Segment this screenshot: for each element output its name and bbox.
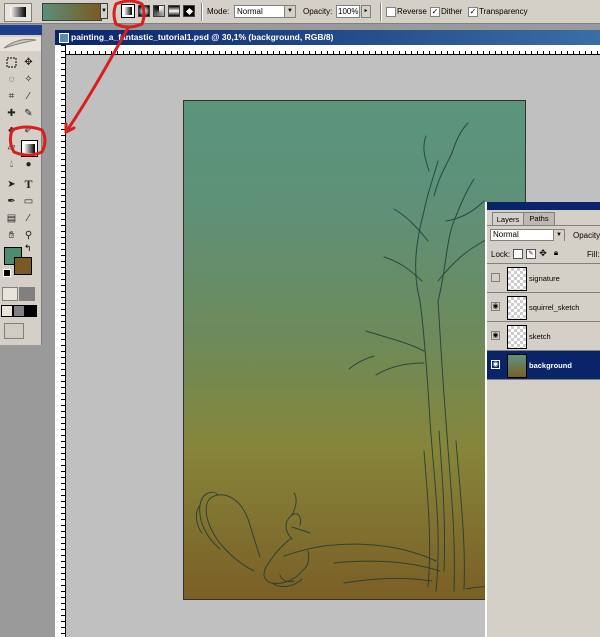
feather-logo: [0, 37, 41, 51]
gradient-preset-swatch[interactable]: [42, 3, 102, 21]
eye-icon[interactable]: ◉: [491, 302, 500, 311]
lock-label: Lock:: [491, 250, 511, 259]
healing-brush-tool-icon[interactable]: ✚: [4, 106, 19, 121]
layer-row-sketch[interactable]: ◉ sketch: [487, 321, 600, 350]
magic-wand-tool-icon[interactable]: ✧: [21, 72, 36, 87]
reverse-label: Reverse: [397, 7, 427, 16]
lock-transparency-icon[interactable]: [513, 249, 523, 259]
background-color-swatch[interactable]: [14, 257, 32, 275]
eye-icon[interactable]: ◉: [491, 360, 500, 369]
layer-thumbnail: [507, 267, 527, 291]
layer-name: sketch: [529, 332, 551, 341]
divider: [201, 3, 203, 21]
history-brush-tool-icon[interactable]: ✐: [21, 123, 36, 138]
reflected-gradient-button[interactable]: [168, 5, 180, 17]
horizontal-ruler[interactable]: [63, 45, 600, 55]
path-selection-tool-icon[interactable]: ➤: [4, 177, 19, 192]
clone-stamp-tool-icon[interactable]: ♣: [4, 123, 19, 138]
mode-select[interactable]: Normal ▼: [234, 5, 296, 18]
transparency-checkbox[interactable]: ✓: [468, 7, 478, 17]
layer-opacity-label: Opacity:: [573, 231, 600, 240]
fill-label: Fill:: [587, 250, 600, 259]
lock-image-icon[interactable]: ✎: [526, 249, 536, 259]
layer-name: squirrel_sketch: [529, 303, 580, 312]
tab-layers[interactable]: Layers: [492, 212, 524, 226]
blend-mode-value: Normal: [493, 230, 519, 239]
linear-gradient-button[interactable]: [121, 4, 135, 18]
divider: [380, 3, 382, 21]
layer-thumbnail: [507, 354, 527, 378]
toolbox: ✥ ◌ ✧ ⌗ ∕ ✚ ✎ ♣ ✐ ▱ 💧︎ ● ➤ T ✒ ▭ ▤ ⁄ ✋︎ …: [0, 25, 42, 345]
gradient-tool-icon[interactable]: [21, 140, 38, 157]
layer-row-background[interactable]: ◉ background: [487, 350, 600, 379]
diamond-gradient-button[interactable]: [183, 5, 195, 17]
slice-tool-icon[interactable]: ∕: [21, 89, 36, 104]
shape-tool-icon[interactable]: ▭: [21, 194, 36, 209]
dither-label: Dither: [441, 7, 463, 16]
pen-tool-icon[interactable]: ✒: [4, 194, 19, 209]
blur-tool-icon[interactable]: 💧︎: [4, 157, 19, 172]
screen-mode-full-icon[interactable]: [25, 305, 37, 317]
document-titlebar[interactable]: painting_a_fantastic_tutorial1.psd @ 30,…: [55, 30, 600, 45]
eye-icon[interactable]: ◉: [491, 331, 500, 340]
tree-squirrel-sketch: [195, 122, 515, 592]
standard-mode-icon[interactable]: [2, 287, 18, 301]
eyedropper-tool-icon[interactable]: ⁄: [21, 211, 36, 226]
dodge-tool-icon[interactable]: ●: [21, 157, 36, 172]
crop-tool-icon[interactable]: ⌗: [4, 89, 19, 104]
type-tool-icon[interactable]: T: [21, 177, 36, 192]
reverse-checkbox[interactable]: [386, 7, 396, 17]
tab-paths[interactable]: Paths: [523, 212, 555, 225]
swap-colors-icon[interactable]: ↰: [24, 243, 32, 254]
lock-position-icon[interactable]: ✥: [539, 249, 547, 258]
lasso-tool-icon[interactable]: ◌: [4, 72, 19, 87]
brush-tool-icon[interactable]: ✎: [21, 106, 36, 121]
mode-label: Mode:: [207, 7, 230, 16]
document-icon: [59, 33, 69, 43]
eraser-tool-icon[interactable]: ▱: [4, 140, 19, 155]
transparency-label: Transparency: [479, 7, 528, 16]
dither-checkbox[interactable]: ✓: [430, 7, 440, 17]
opacity-label: Opacity:: [303, 7, 333, 16]
visibility-toggle[interactable]: [491, 273, 500, 282]
tool-preset-picker[interactable]: [4, 3, 32, 22]
default-colors-icon[interactable]: [3, 269, 11, 277]
angle-gradient-button[interactable]: [153, 5, 165, 17]
screen-mode-standard-icon[interactable]: [1, 305, 13, 317]
toolbox-titlebar: [0, 25, 42, 35]
layer-row-squirrel-sketch[interactable]: ◉ squirrel_sketch: [487, 292, 600, 321]
layer-thumbnail: [507, 325, 527, 349]
screen-mode-menubar-icon[interactable]: [13, 305, 25, 317]
options-bar: ▼ Mode: Normal ▼ Opacity: 100% ▸ Reverse…: [0, 0, 600, 24]
quick-mask-mode-icon[interactable]: [19, 287, 35, 301]
opacity-slider-arrow-icon[interactable]: ▸: [361, 5, 371, 18]
move-tool-icon[interactable]: ✥: [21, 55, 36, 70]
lock-all-icon[interactable]: 🔒︎: [552, 249, 560, 257]
layers-panel: Layers Paths Normal ▼ Opacity: Lock: ✎ ✥…: [485, 202, 600, 637]
divider: [487, 379, 600, 380]
marquee-tool-icon[interactable]: [4, 55, 19, 70]
hand-tool-icon[interactable]: ✋︎: [4, 228, 19, 243]
zoom-tool-icon[interactable]: ⚲: [21, 228, 36, 243]
blend-mode-select[interactable]: Normal ▼: [490, 229, 565, 241]
opacity-input[interactable]: 100%: [336, 5, 360, 18]
mode-value: Normal: [237, 7, 263, 16]
vertical-ruler[interactable]: [55, 45, 66, 637]
notes-tool-icon[interactable]: ▤: [4, 211, 19, 226]
layer-row-signature[interactable]: signature: [487, 263, 600, 292]
layers-panel-titlebar[interactable]: [487, 202, 600, 210]
layer-name: signature: [529, 274, 560, 283]
gradient-tool-icon: [10, 7, 26, 17]
radial-gradient-button[interactable]: [138, 5, 150, 17]
jump-to-imageready-icon[interactable]: [4, 323, 24, 339]
layer-name: background: [529, 361, 572, 370]
chevron-down-icon[interactable]: ▼: [100, 3, 108, 19]
chevron-down-icon: ▼: [553, 230, 564, 241]
artboard[interactable]: [183, 100, 526, 600]
chevron-down-icon: ▼: [284, 6, 295, 17]
divider: [487, 225, 600, 226]
layer-thumbnail: [507, 296, 527, 320]
